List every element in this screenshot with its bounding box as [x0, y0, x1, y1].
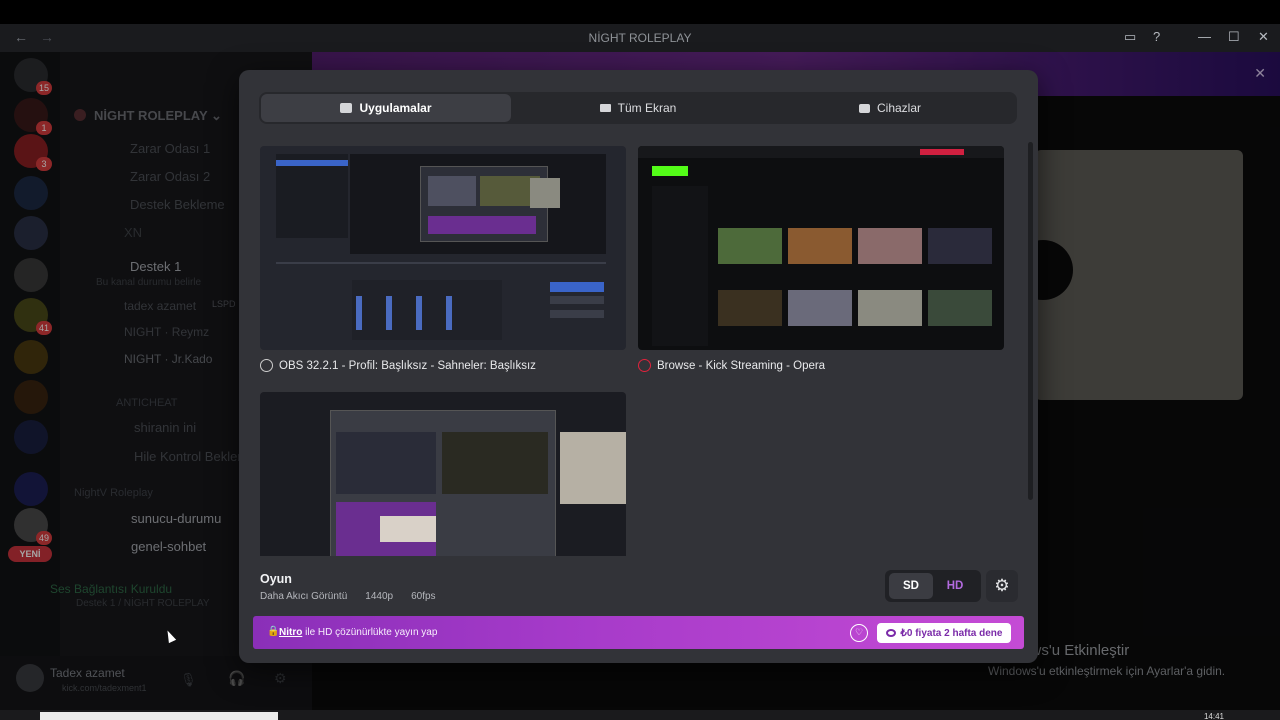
source-title-row: Browse - Kick Streaming - Opera — [638, 359, 1004, 372]
source-tabs: Uygulamalar Tüm Ekran Cihazlar — [259, 92, 1017, 124]
source-card[interactable]: Browse - Kick Streaming - Opera — [638, 146, 1004, 372]
screen-share-modal: Uygulamalar Tüm Ekran Cihazlar OBS 32.2.… — [239, 70, 1038, 663]
source-grid: OBS 32.2.1 - Profil: Başlıksız - Sahnele… — [259, 146, 1009, 556]
tab-entire-screen[interactable]: Tüm Ekran — [513, 94, 763, 122]
help-icon[interactable]: ? — [1153, 29, 1160, 44]
source-thumbnail — [260, 392, 626, 556]
quality-toggle: SD HD — [885, 570, 981, 602]
source-title: Browse - Kick Streaming - Opera — [657, 359, 826, 372]
source-thumbnail — [260, 146, 626, 350]
nitro-trial-button[interactable]: ₺0 fiyata 2 hafta dene — [877, 623, 1011, 643]
tab-label: Cihazlar — [876, 101, 921, 115]
tab-applications[interactable]: Uygulamalar — [261, 94, 511, 122]
inbox-icon[interactable]: ▭ — [1124, 29, 1136, 45]
source-card[interactable]: OBS 32.2.1 - Profil: Başlıksız - Sahnele… — [260, 146, 626, 372]
source-title: OBS 32.2.1 - Profil: Başlıksız - Sahnele… — [279, 359, 536, 372]
taskbar-search[interactable] — [40, 712, 278, 720]
tab-label: Tüm Ekran — [617, 101, 677, 115]
resolution-label: 1440p — [365, 591, 394, 602]
source-title-row: OBS 32.2.1 - Profil: Başlıksız - Sahnele… — [260, 359, 626, 372]
source-thumbnail — [638, 146, 1004, 350]
fps-label: 60fps — [411, 591, 436, 602]
title-bar: ← → NİGHT ROLEPLAY ▭ ? — ☐ ✕ — [0, 24, 1280, 52]
screen: ← → NİGHT ROLEPLAY ▭ ? — ☐ ✕ ✕ 15 1 3 41 — [0, 0, 1280, 720]
nitro-message: ile HD çözünürlükte yayın yap — [305, 627, 438, 638]
hd-button[interactable]: HD — [933, 573, 977, 599]
obs-icon — [260, 359, 273, 372]
nitro-icon — [885, 629, 896, 637]
game-settings-summary: Daha Akıcı Görüntü 1440p 60fps — [260, 591, 436, 602]
opera-icon — [638, 359, 651, 372]
tab-label: Uygulamalar — [359, 101, 432, 115]
monitor-icon — [599, 104, 611, 112]
window-title: NİGHT ROLEPLAY — [588, 31, 692, 45]
nitro-upsell-banner: 🔒 Nitro ile HD çözünürlükte yayın yap ♡ … — [253, 616, 1024, 649]
stream-settings-gear-icon[interactable]: ⚙ — [986, 570, 1018, 602]
nitro-link[interactable]: Nitro — [279, 627, 302, 638]
heart-icon[interactable]: ♡ — [850, 624, 868, 642]
nitro-trial-label: ₺0 fiyata 2 hafta dene — [900, 627, 1003, 639]
game-title: Oyun — [260, 572, 292, 586]
lock-icon: 🔒 — [267, 626, 280, 637]
app-window-icon — [340, 103, 353, 113]
top-black-strip — [0, 0, 1280, 24]
smooth-label: Daha Akıcı Görüntü — [260, 591, 348, 602]
scrollbar[interactable] — [1028, 142, 1033, 500]
nitro-text: Nitro ile HD çözünürlükte yayın yap — [279, 627, 437, 638]
sd-button[interactable]: SD — [889, 573, 933, 599]
taskbar: 14:41 — [0, 710, 1280, 720]
source-card[interactable] — [260, 392, 626, 556]
minimize-icon[interactable]: — — [1198, 29, 1211, 44]
taskbar-clock: 14:41 — [1203, 712, 1224, 720]
tab-devices[interactable]: Cihazlar — [765, 94, 1015, 122]
close-window-icon[interactable]: ✕ — [1258, 29, 1269, 45]
maximize-icon[interactable]: ☐ — [1228, 29, 1240, 45]
camera-icon — [858, 103, 870, 113]
